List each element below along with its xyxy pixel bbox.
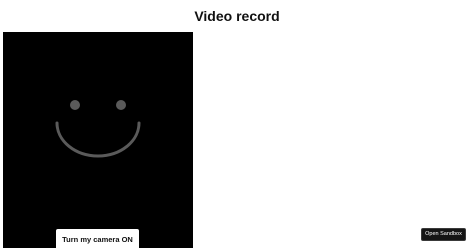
- page-title: Video record: [194, 8, 280, 24]
- open-sandbox-button[interactable]: Open Sandbox: [421, 228, 466, 241]
- turn-camera-on-button[interactable]: Turn my camera ON: [56, 229, 139, 248]
- smiley-face-icon: [55, 100, 141, 158]
- smiley-right-eye: [116, 100, 126, 110]
- page: Video record Turn my camera ON Open Sand…: [0, 0, 474, 248]
- smiley-left-eye: [70, 100, 80, 110]
- smiley-mouth: [55, 121, 141, 158]
- video-preview: [3, 32, 193, 248]
